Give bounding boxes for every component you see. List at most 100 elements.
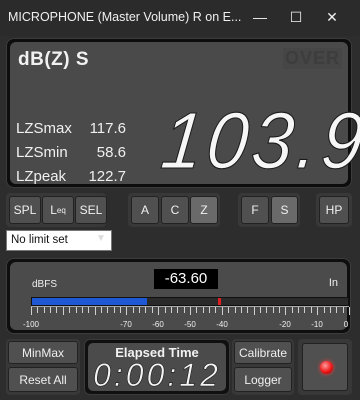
meter-tick <box>145 307 147 313</box>
meter-tick <box>329 307 331 313</box>
minmax-button[interactable]: MinMax <box>8 341 78 364</box>
meter-tick <box>240 307 242 313</box>
scale-label: -70 <box>120 320 132 329</box>
meter-tick <box>170 307 172 313</box>
stat-label: LZpeak <box>16 168 67 185</box>
meter-bar-fill <box>32 298 148 305</box>
leq-subscript: eq <box>56 205 66 215</box>
meter-tick <box>43 307 45 313</box>
scale-label: -40 <box>216 320 228 329</box>
meter-tick <box>215 307 217 313</box>
meter-tick <box>298 307 300 313</box>
meter-tick <box>126 307 128 315</box>
meter-tick <box>88 307 90 313</box>
meter-tick <box>132 307 134 313</box>
weighting-mode-label: dB(Z) S <box>18 49 90 70</box>
meter-tick <box>304 307 306 313</box>
elapsed-time-value: 0:00:12 <box>93 357 221 394</box>
meter-tick <box>342 307 344 313</box>
meter-tick <box>285 307 287 315</box>
meter-tick <box>317 307 319 315</box>
input-label: In <box>328 277 338 289</box>
scale-label: 0 <box>343 320 349 329</box>
meter-tick <box>81 307 83 313</box>
meter-tick <box>234 307 236 313</box>
meter-tick <box>107 307 109 313</box>
meter-tick <box>69 307 71 313</box>
peak-marker <box>218 298 222 305</box>
main-level-readout: 103.9 <box>157 95 360 186</box>
stat-value: 117.6 <box>89 120 126 137</box>
a-weighting-button[interactable]: A <box>131 196 159 224</box>
meter-tick <box>209 307 211 313</box>
meter-tick <box>151 307 153 313</box>
meter-tick <box>323 307 325 313</box>
hp-button[interactable]: HP <box>319 196 349 224</box>
logger-button[interactable]: Logger <box>234 367 292 392</box>
fast-button[interactable]: F <box>241 196 269 224</box>
minimize-icon[interactable]: — <box>242 0 278 34</box>
meter-ticks <box>31 306 350 315</box>
record-icon <box>320 361 333 374</box>
meter-tick <box>113 307 115 313</box>
meter-tick <box>37 307 39 313</box>
over-indicator: OVER <box>282 48 342 69</box>
meter-tick <box>349 307 350 315</box>
chevron-down-icon[interactable]: ▼ <box>96 233 106 244</box>
scale-label: -60 <box>152 320 164 329</box>
meter-tick <box>139 307 141 313</box>
record-group <box>298 339 352 395</box>
scale-label: -50 <box>184 320 196 329</box>
stat-label: LZSmax <box>16 120 72 137</box>
spl-button[interactable]: SPL <box>9 196 41 224</box>
meter-scale: -100 -70 -60 -50 -40 -20 -10 0 <box>10 320 349 332</box>
meter-tick <box>279 307 281 313</box>
record-button[interactable] <box>302 343 348 391</box>
sel-button[interactable]: SEL <box>75 196 107 224</box>
meter-tick <box>272 307 274 313</box>
leq-label: L <box>50 203 57 217</box>
meter-tick <box>75 307 77 313</box>
leq-button[interactable]: Leq <box>42 196 74 224</box>
meter-readout: -63.60 <box>154 269 218 289</box>
meter-tick <box>310 307 312 313</box>
meter-tick <box>221 307 223 315</box>
meter-tick <box>202 307 204 313</box>
stat-value: 58.6 <box>96 144 126 161</box>
scale-label: -10 <box>311 320 323 329</box>
calibrate-button[interactable]: Calibrate <box>234 341 292 364</box>
meter-tick <box>291 307 293 313</box>
main-display: dB(Z) S OVER LZSmax 117.6 LZSmin 58.6 LZ… <box>6 38 360 188</box>
meter-tick <box>94 307 96 315</box>
meter-tick <box>190 307 191 315</box>
meter-tick <box>266 307 268 313</box>
elapsed-time-panel: Elapsed Time 0:00:12 <box>84 339 230 395</box>
meter-tick <box>50 307 52 313</box>
c-weighting-button[interactable]: C <box>161 196 189 224</box>
meter-tick <box>164 307 166 313</box>
meter-tick <box>259 307 261 313</box>
stat-label: LZSmin <box>16 144 68 161</box>
meter-tick <box>183 307 185 313</box>
maximize-icon[interactable]: ☐ <box>278 0 314 34</box>
slow-button[interactable]: S <box>271 196 298 224</box>
meter-tick <box>31 307 32 315</box>
meter-tick <box>120 307 122 313</box>
meter-tick <box>158 307 160 315</box>
meter-bar <box>31 297 349 306</box>
meter-tick <box>100 307 102 313</box>
stat-value: 122.7 <box>88 168 126 185</box>
scale-label: -100 <box>22 320 40 329</box>
meter-tick <box>253 307 255 315</box>
title-bar: MICROPHONE (Master Volume) R on E... — ☐… <box>0 0 360 36</box>
window-title: MICROPHONE (Master Volume) R on E... <box>8 10 242 24</box>
meter-tick <box>336 307 338 313</box>
z-weighting-button[interactable]: Z <box>190 196 218 224</box>
meter-tick <box>228 307 230 313</box>
close-icon[interactable]: ✕ <box>314 0 350 34</box>
level-meter-panel: dBFS -63.60 In -100 -70 -60 -50 -40 -20 … <box>6 258 351 334</box>
meter-tick <box>62 307 64 315</box>
meter-tick <box>56 307 58 313</box>
meter-tick <box>196 307 198 313</box>
reset-all-button[interactable]: Reset All <box>8 367 78 392</box>
